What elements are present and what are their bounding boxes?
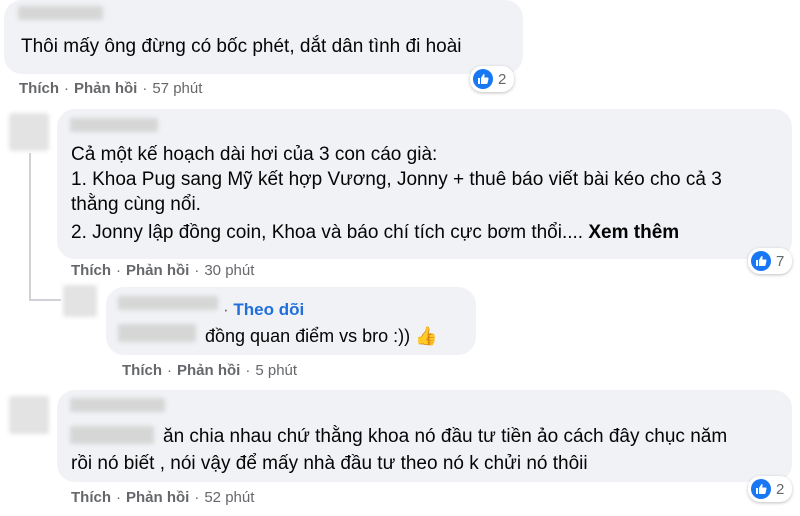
like-action[interactable]: Thích — [71, 262, 111, 279]
avatar[interactable] — [9, 113, 49, 151]
comment-time[interactable]: 30 phút — [204, 262, 254, 279]
comment-time[interactable]: 52 phút — [204, 489, 254, 506]
like-icon — [751, 479, 771, 499]
thumbs-up-emoji: 👍 — [415, 326, 438, 346]
reaction-count-badge[interactable]: 2 — [470, 66, 515, 92]
comment-text: Cả một kế hoạch dài hơi của 3 con cáo gi… — [71, 144, 438, 165]
reply-action[interactable]: Phản hồi — [177, 362, 240, 379]
reply-action[interactable]: Phản hồi — [126, 262, 189, 279]
comment-actions: Thích · Phản hồi · 57 phút — [19, 80, 203, 97]
thread-connector — [29, 299, 61, 301]
like-action[interactable]: Thích — [71, 489, 111, 506]
separator: · — [223, 300, 229, 319]
commenter-name-redacted — [70, 398, 165, 412]
reply-action[interactable]: Phản hồi — [126, 489, 189, 506]
reply-action[interactable]: Phản hồi — [74, 80, 137, 97]
reply-actions: Thích · Phản hồi · 5 phút — [122, 362, 298, 379]
reaction-count-badge[interactable]: 7 — [748, 248, 793, 274]
reaction-count: 7 — [776, 252, 785, 270]
commenter-name-redacted — [18, 6, 103, 20]
comment-text: 2. Jonny lập đồng coin, Khoa và báo chí … — [71, 222, 584, 243]
comment-text-last: 2. Jonny lập đồng coin, Khoa và báo chí … — [71, 219, 679, 247]
reply-name-redacted — [118, 296, 218, 310]
comment-text: thằng cùng nổi. — [71, 194, 201, 215]
avatar[interactable] — [9, 396, 49, 434]
reaction-count: 2 — [498, 70, 507, 88]
comment-actions: Thích · Phản hồi · 30 phút — [71, 262, 255, 279]
like-action[interactable]: Thích — [19, 80, 59, 97]
reply-header: · Theo dõi — [223, 299, 304, 321]
reaction-count: 2 — [776, 480, 785, 498]
like-action[interactable]: Thích — [122, 362, 162, 379]
comment-text: ăn chia nhau chứ thằng khoa nó đầu tư ti… — [163, 426, 728, 447]
comment-text: 1. Khoa Pug sang Mỹ kết hợp Vương, Jonny… — [71, 169, 722, 190]
like-icon — [751, 251, 771, 271]
see-more-link[interactable]: Xem thêm — [588, 222, 679, 243]
reply-mention-redacted — [118, 324, 196, 342]
commenter-name-redacted — [70, 118, 158, 132]
reaction-count-badge[interactable]: 2 — [748, 476, 793, 502]
avatar[interactable] — [63, 285, 97, 317]
mention-redacted — [70, 426, 154, 444]
follow-button[interactable]: Theo dõi — [233, 300, 304, 319]
like-icon — [473, 69, 493, 89]
comment-text: rồi nó biết , nói vậy để mấy nhà đầu tư … — [71, 453, 588, 474]
comment-actions: Thích · Phản hồi · 52 phút — [71, 489, 255, 506]
reply-text: đồng quan điểm vs bro :)) — [205, 326, 411, 346]
comment-time[interactable]: 57 phút — [152, 80, 202, 97]
thread-line — [29, 153, 31, 301]
comment-time[interactable]: 5 phút — [255, 362, 297, 379]
comment-text: Thôi mấy ông đừng có bốc phét, dắt dân t… — [21, 36, 462, 57]
reply-text-line: đồng quan điểm vs bro :)) 👍 — [205, 322, 438, 350]
